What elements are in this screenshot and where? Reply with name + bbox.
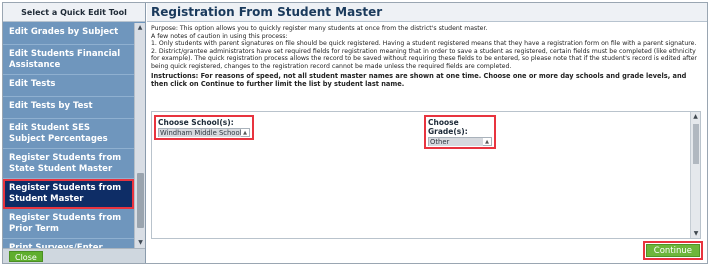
selection-pane: Choose School(s): Windham Middle School … bbox=[151, 111, 701, 239]
sidebar-item-print-surveys[interactable]: Print Surveys/Enter Responses bbox=[3, 239, 134, 248]
grade-selected-option[interactable]: Other bbox=[429, 137, 483, 146]
chevron-up-icon[interactable]: ▲ bbox=[241, 130, 249, 136]
sidebar-item-register-from-student-master[interactable]: Register Students from Student Master bbox=[3, 179, 134, 209]
description-block: Purpose: This option allows you to quick… bbox=[147, 22, 707, 88]
sidebar-footer: Close bbox=[3, 248, 145, 263]
note-2-text: 2. District/grantee administrators have … bbox=[151, 47, 697, 70]
chevron-up-icon[interactable]: ▲ bbox=[483, 139, 491, 145]
quick-edit-window: Select a Quick Edit Tool Edit Grades by … bbox=[2, 2, 708, 264]
page-title: Registration From Student Master bbox=[147, 3, 707, 22]
pane-scrollbar[interactable]: ▲ ▼ bbox=[690, 112, 700, 238]
scrollbar-thumb[interactable] bbox=[693, 124, 699, 164]
continue-highlight: Continue bbox=[642, 241, 703, 260]
scroll-down-icon[interactable]: ▼ bbox=[135, 238, 146, 248]
continue-button[interactable]: Continue bbox=[645, 244, 700, 257]
sidebar-header: Select a Quick Edit Tool bbox=[3, 3, 145, 22]
school-selected-option[interactable]: Windham Middle School bbox=[159, 128, 241, 137]
school-select[interactable]: Windham Middle School ▲ bbox=[158, 128, 250, 137]
sidebar-item-edit-tests[interactable]: Edit Tests bbox=[3, 75, 134, 97]
purpose-text: Purpose: This option allows you to quick… bbox=[151, 25, 488, 32]
note-1-text: 1. Only students with parent signatures … bbox=[151, 40, 697, 48]
sidebar-scrollbar[interactable]: ▲ ▼ bbox=[134, 23, 145, 248]
grade-chooser: Choose Grade(s): Other ▲ bbox=[424, 115, 496, 149]
grade-label: Choose Grade(s): bbox=[428, 118, 468, 136]
sidebar-item-register-from-state-student-master[interactable]: Register Students from State Student Mas… bbox=[3, 149, 134, 179]
close-button[interactable]: Close bbox=[9, 251, 43, 262]
quick-edit-sidebar: Select a Quick Edit Tool Edit Grades by … bbox=[3, 3, 146, 263]
tool-list: Edit Grades by Subject Edit Students Fin… bbox=[3, 23, 134, 248]
scroll-up-icon[interactable]: ▲ bbox=[135, 23, 145, 33]
school-chooser: Choose School(s): Windham Middle School … bbox=[154, 115, 254, 140]
school-label: Choose School(s): bbox=[158, 118, 234, 127]
main-panel: Registration From Student Master Purpose… bbox=[147, 3, 707, 263]
sidebar-item-edit-student-ses-subject-percentages[interactable]: Edit Student SES Subject Percentages bbox=[3, 119, 134, 149]
sidebar-item-register-from-prior-term[interactable]: Register Students from Prior Term bbox=[3, 209, 134, 239]
sidebar-item-edit-grades-by-subject[interactable]: Edit Grades by Subject bbox=[3, 23, 134, 45]
sidebar-item-edit-students-financial-assistance[interactable]: Edit Students Financial Assistance bbox=[3, 45, 134, 75]
scroll-up-icon[interactable]: ▲ bbox=[691, 112, 700, 121]
grade-select[interactable]: Other ▲ bbox=[428, 137, 492, 146]
scrollbar-thumb[interactable] bbox=[137, 173, 144, 228]
notes-intro-text: A few notes of caution in using this pro… bbox=[151, 32, 288, 40]
scroll-down-icon[interactable]: ▼ bbox=[691, 229, 701, 238]
instructions-text: Instructions: For reasons of speed, not … bbox=[151, 71, 687, 88]
sidebar-item-edit-tests-by-test[interactable]: Edit Tests by Test bbox=[3, 97, 134, 119]
